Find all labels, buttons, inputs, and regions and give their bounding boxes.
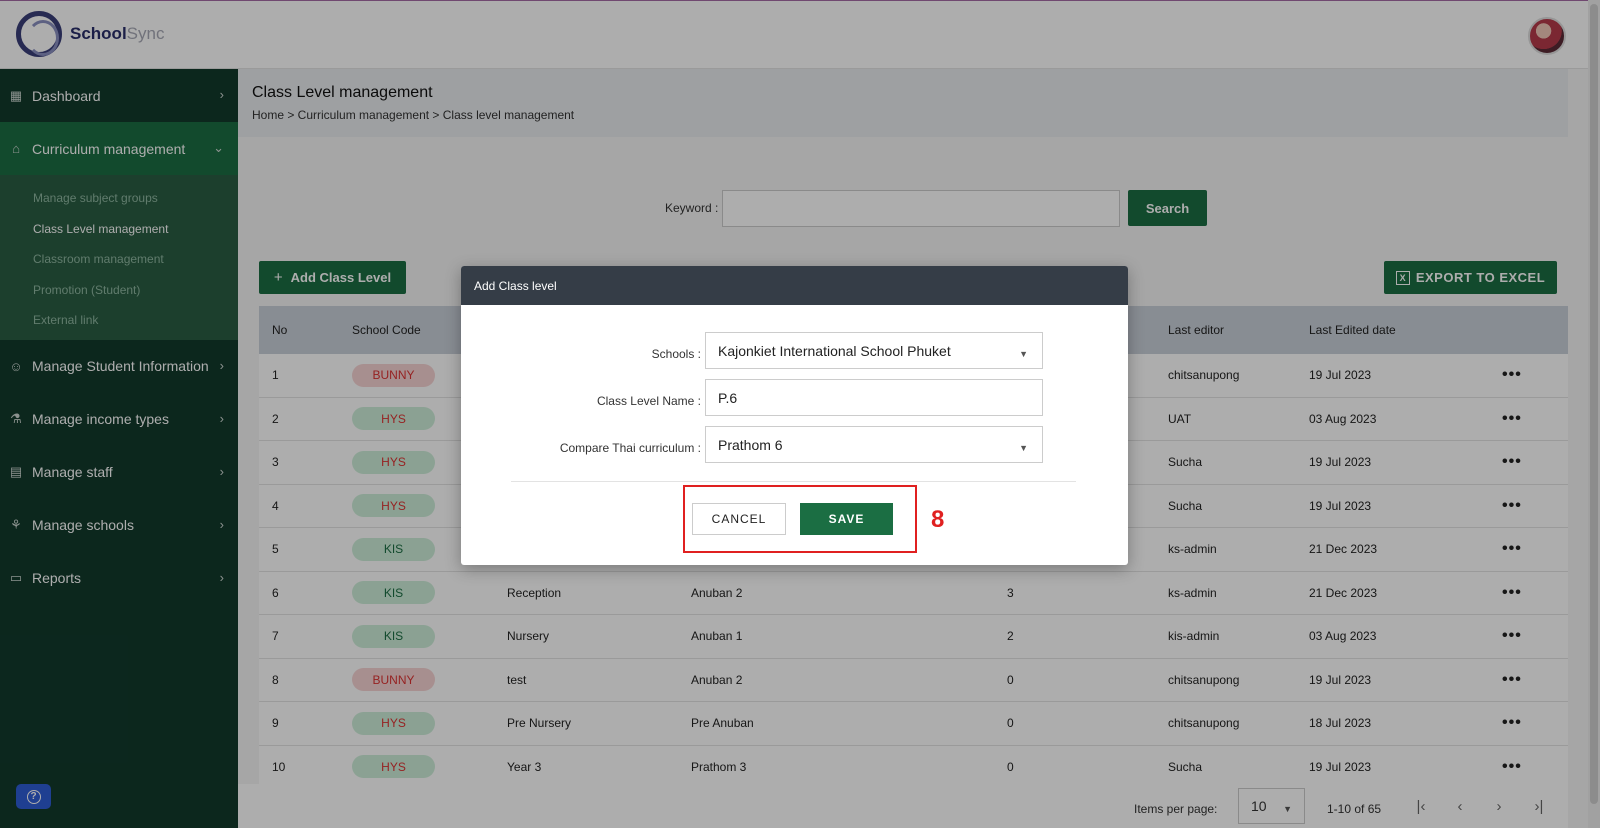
class-level-name-input[interactable]: P.6 xyxy=(705,379,1043,416)
schools-select-value: Kajonkiet International School Phuket xyxy=(718,342,951,359)
caret-down-icon: ▼ xyxy=(1019,443,1028,453)
class-level-name-label: Class Level Name : xyxy=(596,394,701,408)
step-number: 8 xyxy=(931,506,945,533)
compare-thai-curriculum-value: Prathom 6 xyxy=(718,436,783,453)
dialog-title: Add Class level xyxy=(461,266,1128,305)
highlight-box xyxy=(683,485,917,553)
caret-down-icon: ▼ xyxy=(1019,349,1028,359)
compare-thai-curriculum-label: Compare Thai curriculum : xyxy=(559,441,701,455)
add-class-level-dialog: Add Class level Schools : Kajonkiet Inte… xyxy=(461,266,1128,565)
dialog-divider xyxy=(511,481,1076,482)
schools-select[interactable]: Kajonkiet International School Phuket ▼ xyxy=(705,332,1043,369)
schools-label: Schools : xyxy=(651,347,701,361)
compare-thai-curriculum-select[interactable]: Prathom 6 ▼ xyxy=(705,426,1043,463)
